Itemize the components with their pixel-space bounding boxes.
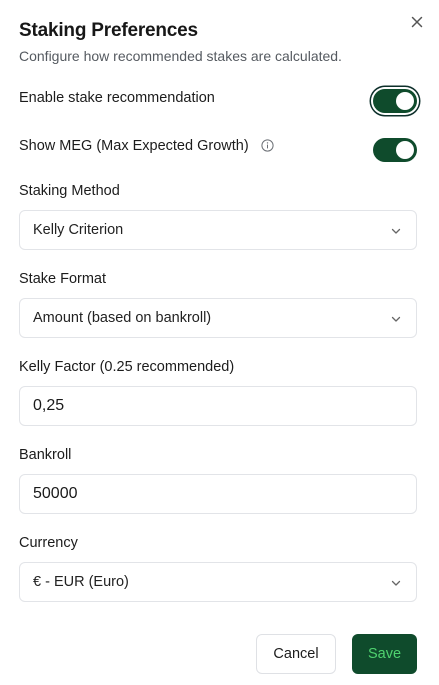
stake-format-value: Amount (based on bankroll) (33, 310, 212, 326)
cancel-button[interactable]: Cancel (256, 634, 336, 674)
dialog-title: Staking Preferences (19, 20, 198, 41)
stake-format-label: Stake Format (19, 271, 107, 287)
dialog-subtitle: Configure how recommended stakes are cal… (19, 48, 342, 64)
save-button[interactable]: Save (352, 634, 417, 674)
currency-select[interactable]: € - EUR (Euro) (19, 562, 417, 602)
staking-method-label: Staking Method (19, 183, 120, 199)
chevron-down-icon (390, 313, 402, 325)
staking-method-value: Kelly Criterion (33, 222, 124, 238)
currency-value: € - EUR (Euro) (33, 574, 129, 590)
kelly-factor-label: Kelly Factor (0.25 recommended) (19, 359, 235, 375)
close-icon[interactable] (408, 13, 426, 31)
staking-preferences-dialog: Staking Preferences Configure how recomm… (0, 0, 439, 685)
show-meg-toggle[interactable] (373, 138, 417, 162)
toggle-knob (396, 141, 414, 159)
bankroll-input[interactable]: 50000 (19, 474, 417, 514)
enable-stake-toggle[interactable] (373, 89, 417, 113)
chevron-down-icon (390, 225, 402, 237)
currency-label: Currency (19, 535, 78, 551)
bankroll-label: Bankroll (19, 447, 72, 463)
toggle-knob (396, 92, 414, 110)
kelly-factor-input[interactable]: 0,25 (19, 386, 417, 426)
chevron-down-icon (390, 577, 402, 589)
staking-method-select[interactable]: Kelly Criterion (19, 210, 417, 250)
show-meg-label: Show MEG (Max Expected Growth) (19, 138, 249, 154)
info-icon[interactable] (261, 139, 274, 152)
enable-stake-label: Enable stake recommendation (19, 90, 215, 106)
stake-format-select[interactable]: Amount (based on bankroll) (19, 298, 417, 338)
kelly-factor-value: 0,25 (33, 397, 65, 414)
bankroll-value: 50000 (33, 485, 78, 502)
